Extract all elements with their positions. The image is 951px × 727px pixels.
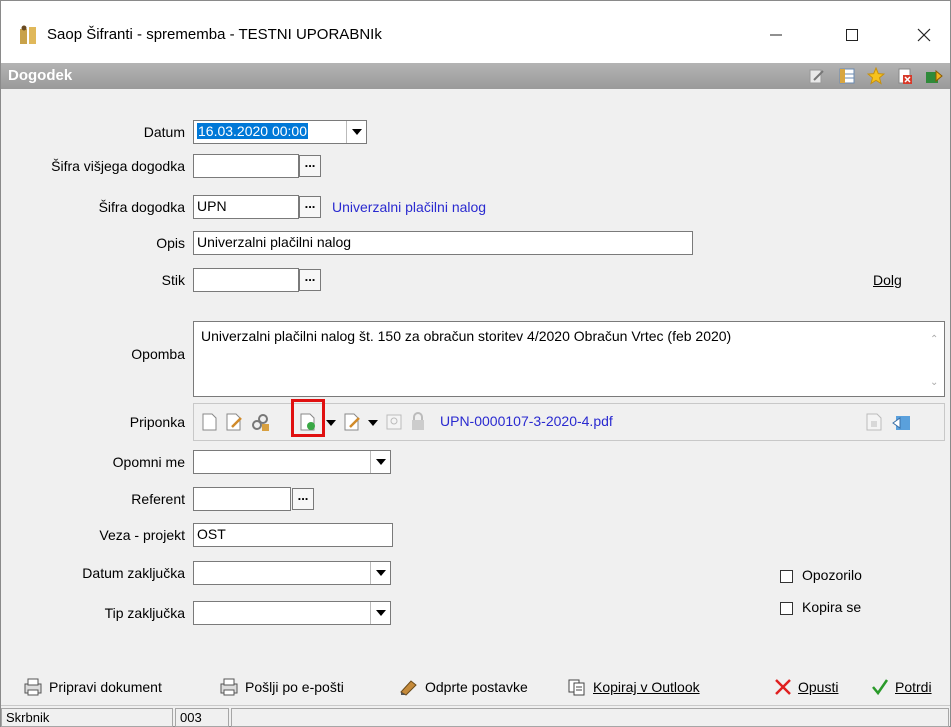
referent-browse-button[interactable]: ... [292,488,314,510]
minimize-icon [770,34,782,36]
opusti-button[interactable]: Opusti [774,676,838,698]
header-band: Dogodek [1,63,950,89]
poslji-po-eposti-label: Pošlji po e-pošti [245,679,344,695]
stik-label: Stik [161,272,185,288]
stik-field[interactable] [193,268,299,292]
priponka-label: Priponka [129,414,185,430]
sifra-dogodka-browse-button[interactable]: ... [299,196,321,218]
sign-chevron-down-icon[interactable] [368,420,378,426]
datum-dropdown-button[interactable] [346,121,366,143]
edit-icon[interactable] [808,67,826,85]
kopiraj-v-outlook-button[interactable]: Kopiraj v Outlook [567,676,700,698]
opomba-text: Univerzalni plačilni nalog št. 150 za ob… [201,328,732,344]
print-document-icon [24,678,42,696]
app-icon [20,25,36,44]
maximize-icon [846,29,858,41]
tip-zakljucka-dropdown-button[interactable] [370,602,390,624]
tip-zakljucka-field[interactable] [193,601,391,625]
chevron-down-icon [375,570,386,576]
scan-import-icon[interactable] [892,412,912,432]
close-icon [917,28,931,42]
referent-label: Referent [131,491,185,507]
datum-field[interactable]: 16.03.2020 00:00 [193,120,367,144]
document-list-icon[interactable] [864,412,884,432]
odprte-postavke-button[interactable]: Odprte postavke [399,676,528,698]
sifra-visjega-label: Šifra višjega dogodka [51,158,185,174]
sifra-dogodka-label: Šifra dogodka [98,199,185,215]
bottom-toolbar: Pripravi dokument Pošlji po e-pošti Odpr… [1,672,950,702]
status-value-cell: 003 [175,708,229,727]
opomba-scrollbar[interactable]: ⌃ ⌄ [926,322,944,396]
copy-icon [568,679,585,696]
chevron-down-icon [375,459,386,465]
chevron-down-icon [375,610,386,616]
scroll-up-icon[interactable]: ⌃ [930,334,938,345]
datum-zakljucka-field[interactable] [193,561,391,585]
datum-zakljucka-dropdown-button[interactable] [370,562,390,584]
sifra-dogodka-description-link[interactable]: Univerzalni plačilni nalog [332,199,486,215]
datum-zakljucka-label: Datum zaključka [82,565,185,581]
chevron-down-icon [351,129,362,135]
print-send-icon [220,678,238,696]
opomni-me-dropdown-button[interactable] [370,451,390,473]
add-attachment-chevron-down-icon[interactable] [326,420,336,426]
potrdi-button[interactable]: Potrdi [871,676,932,698]
odprte-postavke-label: Odprte postavke [425,679,528,695]
kopira-se-label: Kopira se [802,599,862,615]
favorite-star-icon[interactable] [867,67,885,85]
pripravi-dokument-button[interactable]: Pripravi dokument [23,676,162,698]
stik-browse-button[interactable]: ... [299,269,321,291]
certificate-icon [386,414,402,430]
lock-icon [412,412,424,430]
cancel-x-icon [775,679,791,695]
attachment-file-link[interactable]: UPN-0000107-3-2020-4.pdf [440,413,613,429]
veza-projekt-field[interactable]: OST [193,523,393,547]
add-attachment-icon[interactable] [298,412,318,432]
title-bar: Saop Šifranti - sprememba - TESTNI UPORA… [1,1,950,63]
opomni-me-label: Opomni me [112,454,185,470]
section-title: Dogodek [8,67,73,84]
window-title: Saop Šifranti - sprememba - TESTNI UPORA… [47,26,382,43]
referent-field[interactable] [193,487,291,511]
datum-value: 16.03.2020 00:00 [197,123,308,139]
scroll-down-icon[interactable]: ⌄ [930,377,938,388]
tip-zakljucka-label: Tip zaključka [104,605,185,621]
poslji-po-eposti-button[interactable]: Pošlji po e-pošti [219,676,344,698]
opozorilo-checkbox[interactable] [780,570,793,583]
sifra-visjega-field[interactable] [193,154,299,178]
datum-label: Datum [143,124,185,140]
status-label-cell: Skrbnik [1,708,173,727]
pripravi-dokument-label: Pripravi dokument [49,679,162,695]
main-window: Saop Šifranti - sprememba - TESTNI UPORA… [0,0,951,727]
pencil-ledger-icon [400,680,417,696]
sign-document-icon[interactable] [342,412,362,432]
opomba-label: Opomba [131,346,185,362]
opusti-label: Opusti [798,679,839,695]
sifra-dogodka-field[interactable]: UPN [193,195,299,219]
delete-document-icon[interactable] [896,67,914,85]
status-bar: Skrbnik 003 [1,705,950,727]
exit-book-icon[interactable] [925,67,943,85]
veza-projekt-label: Veza - projekt [99,527,185,543]
opomba-textarea[interactable]: Univerzalni plačilni nalog št. 150 za ob… [193,321,945,397]
opozorilo-label: Opozorilo [802,567,862,583]
opomni-me-field[interactable] [193,450,391,474]
opis-label: Opis [156,235,185,251]
edit-document-icon[interactable] [224,412,244,432]
kopira-se-checkbox[interactable] [780,602,793,615]
new-document-icon[interactable] [199,412,219,432]
confirm-check-icon [872,679,889,696]
link-attachment-icon[interactable] [250,412,270,432]
opis-field[interactable]: Univerzalni plačilni nalog [193,231,693,255]
status-empty-cell [231,708,949,727]
kopiraj-v-outlook-label: Kopiraj v Outlook [593,679,700,695]
columns-icon[interactable] [838,67,856,85]
attachment-toolbar: UPN-0000107-3-2020-4.pdf [193,399,945,441]
potrdi-label: Potrdi [895,679,932,695]
close-button[interactable] [901,15,947,55]
maximize-button[interactable] [829,15,875,55]
minimize-button[interactable] [753,15,799,55]
dolg-link[interactable]: Dolg [873,272,902,288]
sifra-visjega-browse-button[interactable]: ... [299,155,321,177]
